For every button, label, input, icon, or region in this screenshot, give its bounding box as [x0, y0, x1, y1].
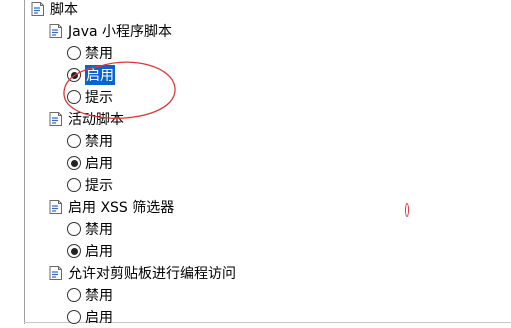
radio-label: 启用 [85, 310, 113, 326]
radio-label: 禁用 [85, 288, 113, 304]
radio-label: 启用 [85, 244, 113, 260]
tree-node-label: 活动脚本 [68, 112, 124, 128]
tree-node-clipboard-access[interactable]: 允许对剪贴板进行编程访问 [48, 262, 236, 284]
radio-option-enable[interactable]: 启用 [67, 64, 115, 86]
radio-label: 禁用 [85, 222, 113, 238]
radio-label: 禁用 [85, 134, 113, 150]
radio-option-disable[interactable]: 禁用 [67, 218, 113, 240]
tree-left-border [24, 0, 25, 324]
radio-label: 提示 [85, 178, 113, 194]
radio-button[interactable] [67, 134, 81, 148]
radio-button[interactable] [67, 68, 81, 82]
tree-node-label: 启用 XSS 筛选器 [68, 200, 175, 216]
radio-button[interactable] [67, 222, 81, 236]
radio-option-enable[interactable]: 启用 [67, 306, 113, 328]
tree-node-label: 脚本 [50, 2, 78, 18]
settings-script-icon [31, 2, 44, 16]
radio-option-disable[interactable]: 禁用 [67, 42, 113, 64]
radio-option-prompt[interactable]: 提示 [67, 174, 113, 196]
radio-button[interactable] [67, 288, 81, 302]
radio-button[interactable] [67, 244, 81, 258]
radio-option-enable[interactable]: 启用 [67, 240, 113, 262]
settings-script-icon [49, 112, 62, 126]
settings-script-icon [49, 266, 62, 280]
radio-label: 禁用 [85, 46, 113, 62]
tree-node-active-scripting[interactable]: 活动脚本 [48, 108, 124, 130]
tree-node-xss-filter[interactable]: 启用 XSS 筛选器 [48, 196, 174, 218]
radio-button[interactable] [67, 310, 81, 324]
radio-label-selected: 启用 [85, 65, 115, 85]
radio-button[interactable] [67, 178, 81, 192]
radio-option-enable[interactable]: 启用 [67, 152, 113, 174]
tree-node-scripts[interactable]: 脚本 [30, 0, 78, 20]
radio-button[interactable] [67, 156, 81, 170]
radio-option-disable[interactable]: 禁用 [67, 130, 113, 152]
radio-button[interactable] [67, 90, 81, 104]
tree-node-label: 允许对剪贴板进行编程访问 [68, 266, 236, 282]
radio-label: 提示 [85, 90, 113, 106]
settings-script-icon [49, 24, 62, 38]
radio-option-prompt[interactable]: 提示 [67, 86, 113, 108]
tree-node-java-applet-scripting[interactable]: Java 小程序脚本 [48, 20, 172, 42]
radio-label: 启用 [85, 156, 113, 172]
radio-option-disable[interactable]: 禁用 [67, 284, 113, 306]
settings-script-icon [49, 200, 62, 214]
tree-node-label: Java 小程序脚本 [68, 24, 173, 40]
annotation-mark [405, 203, 409, 217]
radio-button[interactable] [67, 46, 81, 60]
